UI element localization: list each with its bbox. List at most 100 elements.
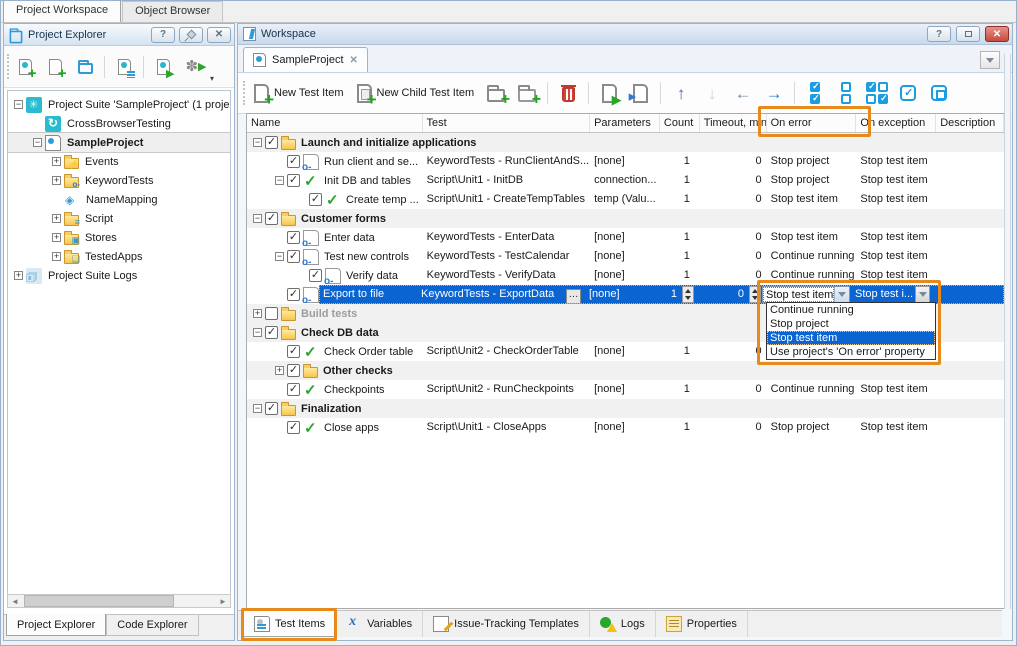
column-header-on-error[interactable]: On error [767,114,857,132]
timeout-spinner[interactable] [749,286,761,303]
tab-code-explorer[interactable]: Code Explorer [106,615,198,636]
tree-item-sampleproject[interactable]: −SampleProject [8,133,230,152]
row-checkbox[interactable] [265,307,278,320]
expand-toggle[interactable]: − [33,138,42,147]
group-row-customer-forms[interactable]: −✓Customer forms [247,209,1004,228]
run-selected-item-button[interactable] [596,80,622,106]
row-checkbox[interactable]: ✓ [287,383,300,396]
run-project-suite-button[interactable]: ✽ [180,54,206,80]
delete-button[interactable] [555,80,581,106]
expand-toggle[interactable]: − [275,176,284,185]
expand-toggle[interactable]: − [253,138,262,147]
move-down-button[interactable]: ↓ [699,80,725,106]
group-row-launch-and-initialize-applications[interactable]: −✓Launch and initialize applications [247,133,1004,152]
expand-toggle[interactable]: − [275,252,284,261]
tab-project-explorer[interactable]: Project Explorer [6,614,106,636]
row-checkbox[interactable]: ✓ [287,155,300,168]
spin-down-icon[interactable] [685,296,691,300]
test-item-row-enter-data[interactable]: ✓Enter dataKeywordTests - EnterData[none… [247,228,1004,247]
add-project-button[interactable] [12,54,38,80]
group-row-finalization[interactable]: −✓Finalization [247,399,1004,418]
tab-object-browser[interactable]: Object Browser [122,1,223,22]
expand-toggle[interactable]: + [253,309,262,318]
tab-project-workspace[interactable]: Project Workspace [3,0,121,22]
tree-item-project-suite-sampleproject-1-project[interactable]: −Project Suite 'SampleProject' (1 projec… [8,95,230,114]
dropdown-item-use-project-s-on-error-property[interactable]: Use project's 'On error' property [767,345,935,359]
on-exception-dropdown-button[interactable] [915,286,930,303]
enable-item-button[interactable] [895,80,921,106]
row-checkbox[interactable]: ✓ [287,421,300,434]
organize-project-items-button[interactable] [111,54,137,80]
column-header-parameters[interactable]: Parameters [590,114,660,132]
row-checkbox[interactable]: ✓ [287,231,300,244]
vertical-splitter[interactable] [1004,54,1011,609]
tree-item-testedapps[interactable]: +TestedApps [8,247,230,266]
on-error-combobox[interactable]: Stop test item [762,286,850,303]
invert-checks-button[interactable] [864,80,890,106]
tab-list-dropdown-button[interactable] [980,51,1000,69]
test-item-row-test-new-controls[interactable]: −✓Test new controlsKeywordTests - TestCa… [247,247,1004,266]
expand-toggle[interactable]: − [253,404,262,413]
tab-sampleproject[interactable]: SampleProject ✕ [243,47,368,72]
expand-toggle[interactable]: + [52,233,61,242]
row-checkbox[interactable]: ✓ [287,364,300,377]
count-spinner[interactable] [682,286,694,303]
new-child-test-item-button[interactable]: New Child Test Item [353,82,479,105]
group-row-other-checks[interactable]: +✓Other checks [247,361,1004,380]
dropdown-item-stop-project[interactable]: Stop project [767,317,935,331]
on-error-dropdown-button[interactable] [834,287,849,302]
move-up-button[interactable]: ↑ [668,80,694,106]
column-header-timeout-min[interactable]: Timeout, min [700,114,767,132]
explorer-pin-button[interactable] [179,27,203,43]
expand-toggle[interactable]: + [52,214,61,223]
tree-item-project-suite-logs[interactable]: +Project Suite Logs [8,266,230,285]
column-header-description[interactable]: Description [936,114,1004,132]
spin-down-icon[interactable] [752,296,758,300]
expand-toggle[interactable]: + [275,366,284,375]
run-project-button[interactable] [150,54,176,80]
spin-up-icon[interactable] [685,289,691,293]
spin-up-icon[interactable] [752,289,758,293]
test-item-row-run-client-and-se[interactable]: ✓Run client and se...KeywordTests - RunC… [247,152,1004,171]
on-exception-combobox[interactable]: Stop test i... [852,286,930,303]
column-header-on-exception[interactable]: On exception [856,114,936,132]
row-checkbox[interactable]: ✓ [265,136,278,149]
workspace-restore-button[interactable] [956,26,980,42]
workspace-close-button[interactable]: ✕ [985,26,1009,42]
go-to-test-button[interactable] [627,80,653,106]
explorer-horizontal-scrollbar[interactable]: ◄ ► [7,594,231,608]
toolbar-overflow-caret[interactable]: ▾ [210,74,214,83]
scroll-right-arrow[interactable]: ► [216,595,230,607]
column-header-test[interactable]: Test [423,114,591,132]
tab-logs[interactable]: Logs [590,611,656,637]
new-child-group-button[interactable] [514,80,540,106]
tree-item-crossbrowsertesting[interactable]: CrossBrowserTesting [8,114,230,133]
uncheck-all-button[interactable] [833,80,859,106]
row-checkbox[interactable]: ✓ [287,345,300,358]
test-item-row-verify-data[interactable]: ✓Verify dataKeywordTests - VerifyData[no… [247,266,1004,285]
tree-item-keywordtests[interactable]: +KeywordTests [8,171,230,190]
row-checkbox[interactable]: ✓ [309,269,322,282]
test-item-row-init-db-and-tables[interactable]: −✓Init DB and tablesScript\Unit1 - InitD… [247,171,1004,190]
workspace-help-button[interactable]: ? [927,26,951,42]
row-checkbox[interactable]: ✓ [287,288,300,301]
expand-toggle[interactable]: − [253,214,262,223]
new-test-item-button[interactable]: New Test Item [250,82,348,105]
tree-item-events[interactable]: +Events [8,152,230,171]
row-checkbox[interactable]: ✓ [287,250,300,263]
explorer-help-button[interactable]: ? [151,27,175,43]
row-checkbox[interactable]: ✓ [265,402,278,415]
row-checkbox[interactable]: ✓ [309,193,322,206]
new-item-button[interactable] [42,54,68,80]
tab-test-items[interactable]: Test Items [243,611,336,637]
explorer-close-button[interactable]: ✕ [207,27,231,43]
move-left-button[interactable]: ← [730,80,756,106]
tab-properties[interactable]: Properties [656,611,748,637]
test-item-row-create-temp[interactable]: ✓Create temp ...Script\Unit1 - CreateTem… [247,190,1004,209]
tab-close-icon[interactable]: ✕ [350,55,358,66]
open-project-button[interactable] [72,54,98,80]
row-checkbox[interactable]: ✓ [265,326,278,339]
scroll-left-arrow[interactable]: ◄ [8,595,22,607]
tree-item-script[interactable]: +Script [8,209,230,228]
test-picker-button[interactable]: … [566,289,581,304]
